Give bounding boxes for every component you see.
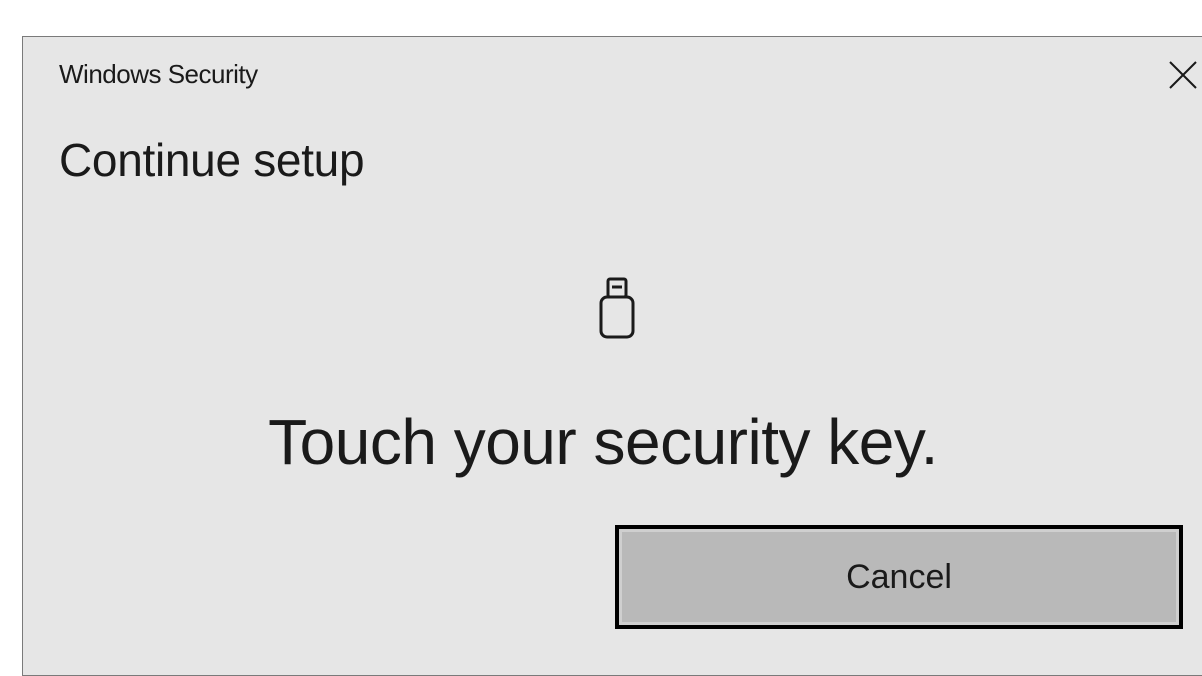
touch-key-prompt: Touch your security key. xyxy=(268,406,938,478)
close-icon xyxy=(1169,61,1197,89)
usb-security-key-icon xyxy=(599,277,635,339)
window-title: Windows Security xyxy=(59,59,258,89)
cancel-button[interactable]: Cancel xyxy=(615,525,1183,629)
dialog-heading: Continue setup xyxy=(59,134,365,186)
security-dialog: Windows Security Continue setup Touch yo… xyxy=(22,36,1202,676)
close-button[interactable] xyxy=(1163,55,1202,95)
